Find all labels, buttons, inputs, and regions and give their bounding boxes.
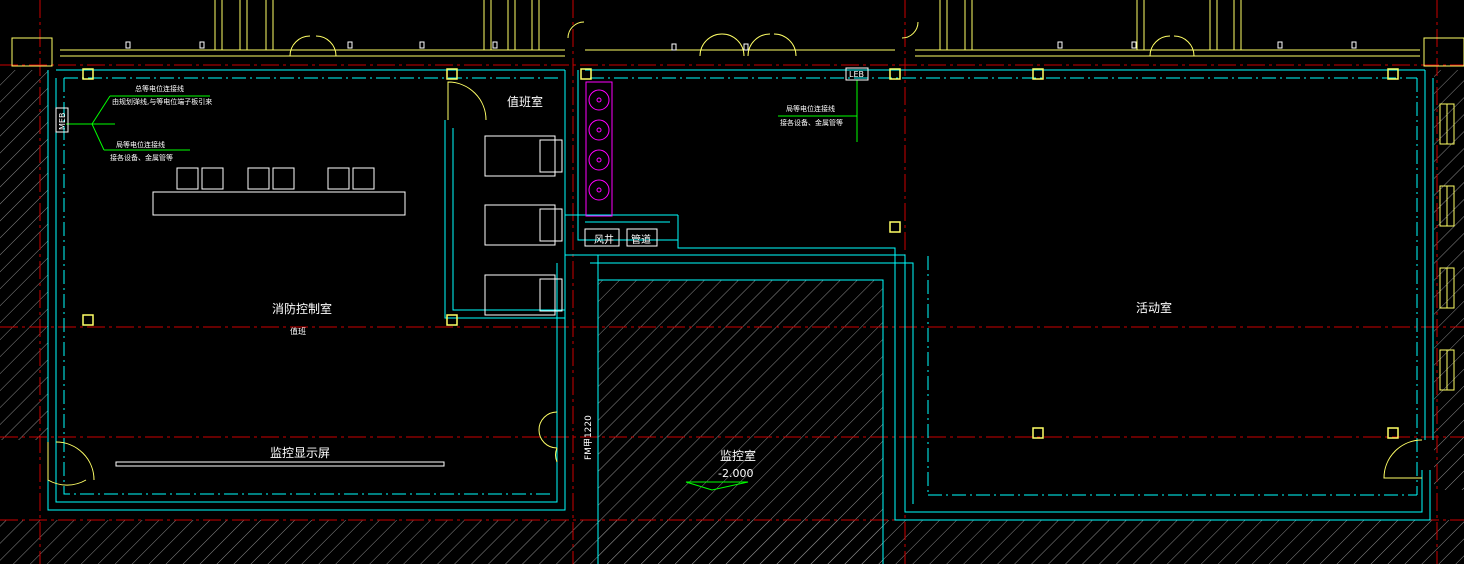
meb-note-4: 接各设备、金属管等 <box>110 153 173 162</box>
room-label-fire-control: 消防控制室 <box>272 301 332 316</box>
top-wall-marks <box>125 41 1357 51</box>
vent-shaft-label: 风井 <box>594 233 614 246</box>
hatched-areas <box>0 70 1464 564</box>
meb-note-1: 总等电位连接线 <box>135 84 184 93</box>
monitor-level: -2.000 <box>718 467 753 480</box>
room-label-fire-control-sub: 值班 <box>290 326 306 336</box>
leb-note-1: 局等电位连接线 <box>786 104 835 113</box>
door-code-label: FM甲1220 <box>583 415 594 460</box>
pipe-shaft-label: 管道 <box>631 233 651 246</box>
room-label-activity: 活动室 <box>1136 300 1172 315</box>
meb-tag: MEB <box>58 113 67 130</box>
screen-label: 监控显示屏 <box>270 446 330 460</box>
meb-note-3: 局等电位连接线 <box>116 140 165 149</box>
note-leaders <box>66 80 858 151</box>
room-label-monitor: 监控室 <box>720 448 756 463</box>
console-desk <box>115 167 445 467</box>
leb-tag: LEB <box>849 70 864 79</box>
room-label-duty: 值班室 <box>507 94 543 109</box>
top-wall <box>11 0 1464 67</box>
leb-note-2: 接各设备、金属管等 <box>780 118 843 127</box>
meb-note-2: 由规划弹线,与等电位端子板引来 <box>112 97 212 106</box>
duty-beds <box>484 135 563 316</box>
exhaust-fans <box>585 81 613 217</box>
cad-floor-plan: 消防控制室 值班 值班室 活动室 监控室 -2.000 监控显示屏 MEB LE… <box>0 0 1464 564</box>
